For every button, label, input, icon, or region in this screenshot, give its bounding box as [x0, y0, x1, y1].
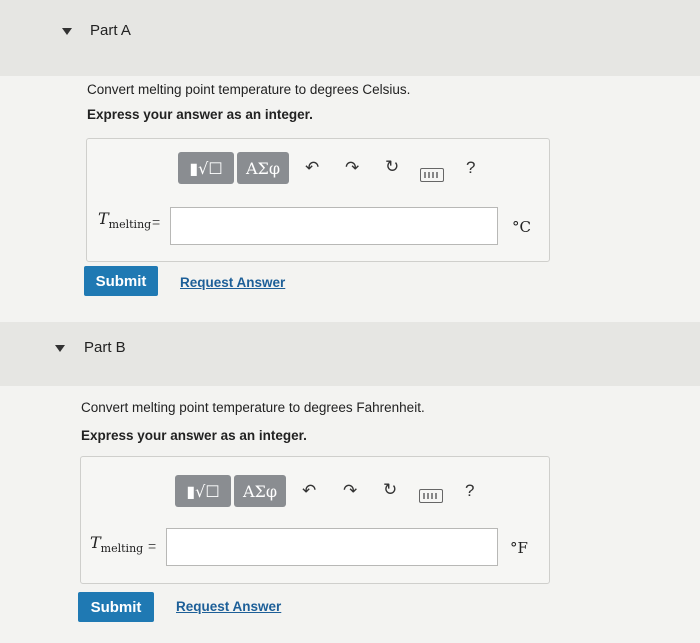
part-a-submit-button[interactable]: Submit — [84, 266, 158, 296]
part-b-greek-button[interactable]: ΑΣφ — [234, 475, 286, 507]
part-a-greek-button[interactable]: ΑΣφ — [237, 152, 289, 184]
part-a-redo-icon[interactable]: ↷ — [345, 158, 359, 178]
part-b-request-answer-link[interactable]: Request Answer — [176, 599, 281, 614]
part-b-templates-button[interactable]: ▮√☐ — [175, 475, 231, 507]
part-a-equals: = — [152, 214, 161, 230]
part-b-prompt: Convert melting point temperature to deg… — [81, 400, 425, 415]
part-a-undo-icon[interactable]: ↶ — [305, 158, 319, 178]
part-a-answer-input[interactable] — [170, 207, 498, 245]
part-a-help-icon[interactable]: ? — [466, 158, 475, 178]
part-b-equals: = — [148, 538, 157, 554]
part-a-request-answer-link[interactable]: Request Answer — [180, 275, 285, 290]
part-a-keyboard-icon[interactable] — [420, 168, 444, 182]
part-a-title: Part A — [90, 22, 131, 39]
part-b-collapse-icon[interactable] — [55, 345, 65, 352]
part-b-keyboard-icon[interactable] — [419, 489, 443, 503]
part-b-help-icon[interactable]: ? — [465, 481, 474, 501]
part-a-collapse-icon[interactable] — [62, 28, 72, 35]
part-a-unit: °C — [512, 218, 531, 236]
part-a-prompt: Convert melting point temperature to deg… — [87, 82, 411, 97]
part-a-instruction: Express your answer as an integer. — [87, 107, 313, 122]
part-b-reset-icon[interactable]: ↻ — [383, 480, 397, 500]
part-b-redo-icon[interactable]: ↷ — [343, 481, 357, 501]
part-a-templates-button[interactable]: ▮√☐ — [178, 152, 234, 184]
part-b-unit: °F — [510, 539, 528, 557]
part-b-answer-input[interactable] — [166, 528, 498, 566]
part-a-reset-icon[interactable]: ↻ — [385, 157, 399, 177]
part-b-undo-icon[interactable]: ↶ — [302, 481, 316, 501]
part-b-title: Part B — [84, 339, 126, 356]
part-a-variable-label: Tmelting — [98, 209, 152, 232]
part-b-variable-label: Tmelting — [90, 533, 144, 556]
part-b-submit-button[interactable]: Submit — [78, 592, 154, 622]
part-b-instruction: Express your answer as an integer. — [81, 428, 307, 443]
